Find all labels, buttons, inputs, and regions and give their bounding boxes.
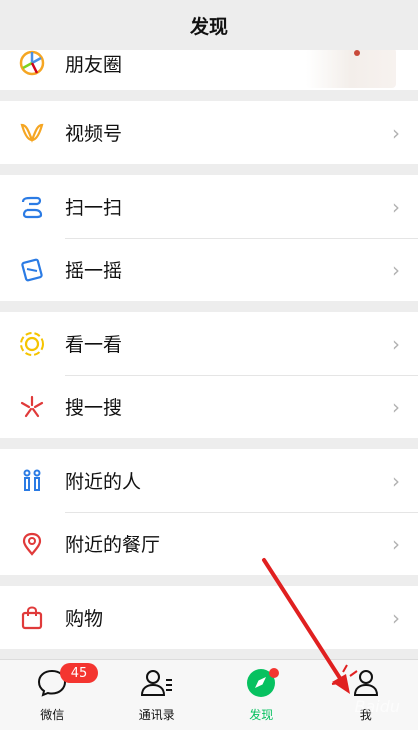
chevron-right-icon: › <box>392 194 400 219</box>
row-label: 附近的人 <box>65 471 142 493</box>
notification-dot <box>269 668 279 678</box>
row-label: 购物 <box>65 608 104 630</box>
chevron-right-icon: › <box>392 394 400 419</box>
shake-icon <box>17 255 47 285</box>
moments-thumbnail <box>306 48 396 88</box>
row-label: 搜一搜 <box>65 397 123 419</box>
row-people-nearby[interactable]: 附近的人 › <box>0 449 418 512</box>
row-label: 看一看 <box>65 334 123 356</box>
tab-me[interactable]: 我 <box>314 660 418 730</box>
row-restaurants-nearby[interactable]: 附近的餐厅 › <box>0 512 418 575</box>
tab-label: 微信 <box>40 708 65 722</box>
location-pin-icon <box>17 529 47 559</box>
tab-label: 发现 <box>249 708 274 722</box>
chevron-right-icon: › <box>392 531 400 556</box>
group-top-search: 看一看 › 搜一搜 › <box>0 312 418 438</box>
moments-thumbnail-dot <box>354 50 360 56</box>
watermark: Baidu <box>354 697 400 716</box>
chevron-right-icon: › <box>392 257 400 282</box>
group-channels: 视频号 › <box>0 101 418 164</box>
people-nearby-icon <box>17 466 47 496</box>
row-shake[interactable]: 摇一摇 › <box>0 238 418 301</box>
shopping-bag-icon <box>17 603 47 633</box>
channels-icon <box>17 118 47 148</box>
row-label: 扫一扫 <box>65 197 123 219</box>
tab-label: 通讯录 <box>138 708 175 722</box>
row-label: 朋友圈 <box>65 53 123 76</box>
tab-chats[interactable]: 45 微信 <box>0 660 105 730</box>
unread-badge: 45 <box>60 663 98 683</box>
row-label: 摇一摇 <box>65 260 123 282</box>
moments-icon <box>17 48 47 78</box>
tab-bar: 45 微信 通讯录 发现 我 <box>0 659 418 730</box>
page-header: 发现 <box>0 0 418 50</box>
tab-contacts[interactable]: 通讯录 <box>105 660 210 730</box>
group-nearby: 附近的人 › 附近的餐厅 › <box>0 449 418 575</box>
chevron-right-icon: › <box>392 120 400 145</box>
search-icon <box>17 392 47 422</box>
chevron-right-icon: › <box>392 468 400 493</box>
row-label: 附近的餐厅 <box>65 534 161 556</box>
page-title: 发现 <box>189 15 228 38</box>
contacts-icon <box>140 668 174 702</box>
chevron-right-icon: › <box>392 605 400 630</box>
row-top-stories[interactable]: 看一看 › <box>0 312 418 375</box>
row-label: 视频号 <box>65 123 123 145</box>
row-shopping[interactable]: 购物 › <box>0 586 418 649</box>
group-scan-shake: 扫一扫 › 摇一摇 › <box>0 175 418 301</box>
tab-discover[interactable]: 发现 <box>209 660 314 730</box>
chevron-right-icon: › <box>392 331 400 356</box>
scan-icon <box>17 192 47 222</box>
top-stories-icon <box>17 329 47 359</box>
row-scan[interactable]: 扫一扫 › <box>0 175 418 238</box>
row-channels[interactable]: 视频号 › <box>0 101 418 164</box>
discover-list: 朋友圈 视频号 › 扫一扫 › 摇一摇 › 看一看 › 搜一搜 › 附近的人 ›… <box>0 36 418 660</box>
group-shopping: 购物 › <box>0 586 418 649</box>
row-search[interactable]: 搜一搜 › <box>0 375 418 438</box>
